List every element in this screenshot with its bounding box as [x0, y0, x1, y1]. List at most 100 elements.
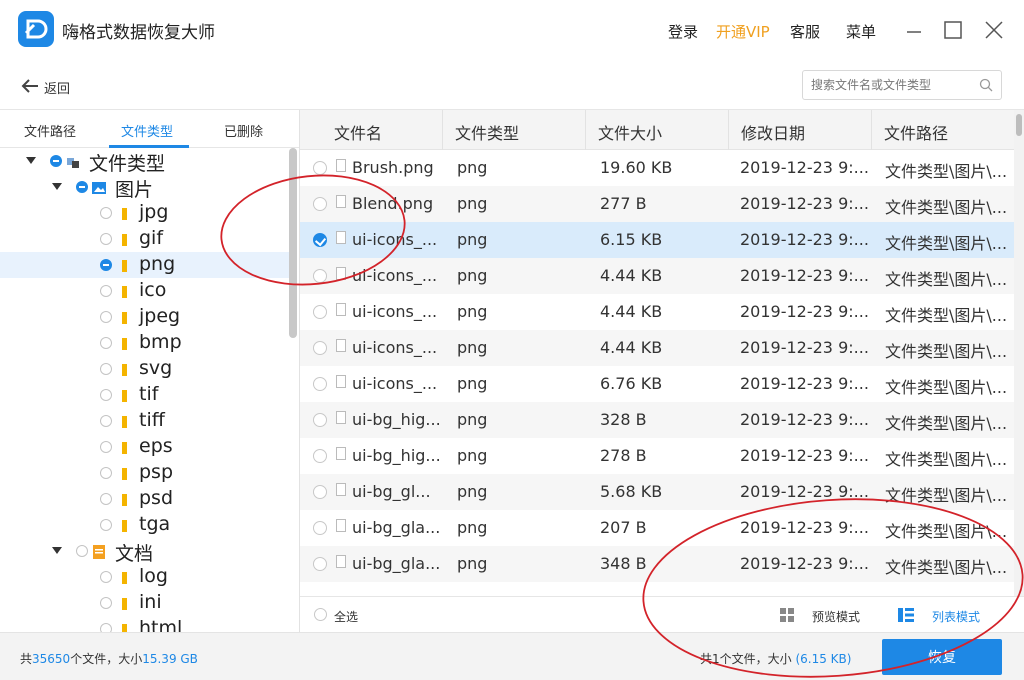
- tree-node-checkbox[interactable]: [100, 441, 112, 453]
- tree-node[interactable]: gif: [0, 226, 290, 252]
- search-input[interactable]: [811, 75, 971, 95]
- tree-node[interactable]: ico: [0, 278, 290, 304]
- tab-deleted[interactable]: 已删除: [224, 121, 263, 140]
- tree-node[interactable]: 文件类型: [0, 148, 290, 175]
- tree-node-checkbox[interactable]: [100, 571, 112, 583]
- table-row[interactable]: ui-icons_... png 4.44 KB 2019-12-23 9:... 文件…: [300, 294, 1014, 330]
- list-mode-button[interactable]: 列表模式: [932, 608, 980, 625]
- tree-node-checkbox[interactable]: [100, 337, 112, 349]
- table-row[interactable]: ui-icons_... png 4.44 KB 2019-12-23 9:... 文件…: [300, 330, 1014, 366]
- column-header-name[interactable]: 文件名: [300, 110, 443, 150]
- tree-node-checkbox[interactable]: [76, 181, 88, 193]
- table-row[interactable]: ui-icons_... png 6.15 KB 2019-12-23 9:... 文件…: [300, 222, 1014, 258]
- tree-node[interactable]: jpg: [0, 200, 290, 226]
- tree-node[interactable]: 图片: [0, 174, 290, 201]
- row-checkbox[interactable]: [313, 521, 327, 535]
- cell-name: ui-icons_...: [352, 266, 438, 285]
- tree-node[interactable]: jpeg: [0, 304, 290, 330]
- tree-node-checkbox[interactable]: [100, 389, 112, 401]
- tree-node[interactable]: tif: [0, 382, 290, 408]
- tab-file-type[interactable]: 文件类型: [121, 121, 173, 140]
- tree-node-checkbox[interactable]: [100, 259, 112, 271]
- table-row[interactable]: Brush.png png 19.60 KB 2019-12-23 9:... 文件类型…: [300, 150, 1014, 186]
- minimize-icon[interactable]: [904, 20, 924, 40]
- tree-node-checkbox[interactable]: [100, 285, 112, 297]
- tree-node-checkbox[interactable]: [100, 493, 112, 505]
- table-row[interactable]: ui-bg_gla... png 207 B 2019-12-23 9:... 文件类型…: [300, 510, 1014, 546]
- row-checkbox[interactable]: [313, 161, 327, 175]
- close-icon[interactable]: [984, 20, 1004, 40]
- tree-node[interactable]: png: [0, 252, 290, 278]
- row-checkbox[interactable]: [313, 341, 327, 355]
- tree-node-checkbox[interactable]: [100, 363, 112, 375]
- grid-view-icon[interactable]: [780, 608, 794, 622]
- tree-node-checkbox[interactable]: [100, 207, 112, 219]
- table-row[interactable]: ui-bg_gla... png 348 B 2019-12-23 9:... 文件类型…: [300, 546, 1014, 582]
- tree-node[interactable]: tga: [0, 512, 290, 538]
- preview-mode-button[interactable]: 预览模式: [812, 608, 860, 625]
- table-row[interactable]: ui-bg_hig... png 278 B 2019-12-23 9:... 文件类型…: [300, 438, 1014, 474]
- table-row[interactable]: ui-bg_hig... png 328 B 2019-12-23 9:... 文件类型…: [300, 402, 1014, 438]
- tree-node[interactable]: psd: [0, 486, 290, 512]
- tree-node[interactable]: eps: [0, 434, 290, 460]
- tree-node-checkbox[interactable]: [100, 623, 112, 632]
- back-button[interactable]: 返回: [44, 78, 70, 97]
- toolbar: 返回: [0, 62, 1024, 110]
- tab-file-path[interactable]: 文件路径: [24, 121, 76, 140]
- expand-caret-icon[interactable]: [26, 157, 36, 164]
- tree-node[interactable]: 文档: [0, 538, 290, 565]
- login-link[interactable]: 登录: [668, 21, 698, 42]
- row-checkbox[interactable]: [313, 449, 327, 463]
- tree-node-checkbox[interactable]: [100, 233, 112, 245]
- tree-node[interactable]: html: [0, 616, 290, 632]
- tree-node[interactable]: psp: [0, 460, 290, 486]
- expand-caret-icon[interactable]: [52, 547, 62, 554]
- table-scrollbar[interactable]: [1014, 110, 1024, 596]
- list-view-icon[interactable]: [898, 607, 914, 623]
- back-arrow-icon[interactable]: [20, 76, 40, 96]
- select-all-checkbox[interactable]: [314, 608, 327, 621]
- table-row[interactable]: ui-icons_... png 6.76 KB 2019-12-23 9:... 文件…: [300, 366, 1014, 402]
- tree-node-checkbox[interactable]: [100, 311, 112, 323]
- row-checkbox[interactable]: [313, 413, 327, 427]
- tree-node[interactable]: log: [0, 564, 290, 590]
- service-link[interactable]: 客服: [790, 21, 820, 42]
- row-checkbox[interactable]: [313, 305, 327, 319]
- table-scrollbar-thumb[interactable]: [1016, 114, 1022, 136]
- tree-scrollbar[interactable]: [289, 148, 297, 338]
- vip-link[interactable]: 开通VIP: [716, 21, 770, 42]
- select-all-label[interactable]: 全选: [334, 608, 358, 625]
- maximize-icon[interactable]: [943, 20, 963, 40]
- tree-node-checkbox[interactable]: [76, 545, 88, 557]
- recover-button[interactable]: 恢复: [882, 639, 1002, 675]
- tree-node-checkbox[interactable]: [100, 467, 112, 479]
- menu-link[interactable]: 菜单: [846, 21, 876, 42]
- row-checkbox[interactable]: [313, 557, 327, 571]
- column-header-path[interactable]: 文件路径: [872, 110, 1014, 150]
- tree-node[interactable]: bmp: [0, 330, 290, 356]
- tree-node-checkbox[interactable]: [50, 155, 62, 167]
- column-header-size[interactable]: 文件大小: [586, 110, 729, 150]
- row-checkbox[interactable]: [313, 197, 327, 211]
- table-row[interactable]: ui-bg_gl... png 5.68 KB 2019-12-23 9:... 文件类…: [300, 474, 1014, 510]
- row-checkbox[interactable]: [313, 377, 327, 391]
- tree-node[interactable]: tiff: [0, 408, 290, 434]
- table-row[interactable]: Blend.png png 277 B 2019-12-23 9:... 文件类型\图片…: [300, 186, 1014, 222]
- folder-icon: [120, 206, 132, 220]
- search-icon[interactable]: [979, 78, 993, 92]
- search-box[interactable]: [802, 70, 1002, 100]
- tree-node-checkbox[interactable]: [100, 415, 112, 427]
- cell-date: 2019-12-23 9:...: [740, 338, 869, 357]
- table-row[interactable]: ui-icons_... png 4.44 KB 2019-12-23 9:... 文件…: [300, 258, 1014, 294]
- expand-caret-icon[interactable]: [52, 183, 62, 190]
- tree-node-checkbox[interactable]: [100, 519, 112, 531]
- row-checkbox[interactable]: [313, 269, 327, 283]
- row-checkbox[interactable]: [313, 233, 327, 247]
- column-header-date[interactable]: 修改日期: [729, 110, 872, 150]
- tree-node[interactable]: svg: [0, 356, 290, 382]
- row-checkbox[interactable]: [313, 485, 327, 499]
- cell-name: ui-bg_gla...: [352, 518, 441, 537]
- tree-node-checkbox[interactable]: [100, 597, 112, 609]
- column-header-type[interactable]: 文件类型: [443, 110, 586, 150]
- tree-node[interactable]: ini: [0, 590, 290, 616]
